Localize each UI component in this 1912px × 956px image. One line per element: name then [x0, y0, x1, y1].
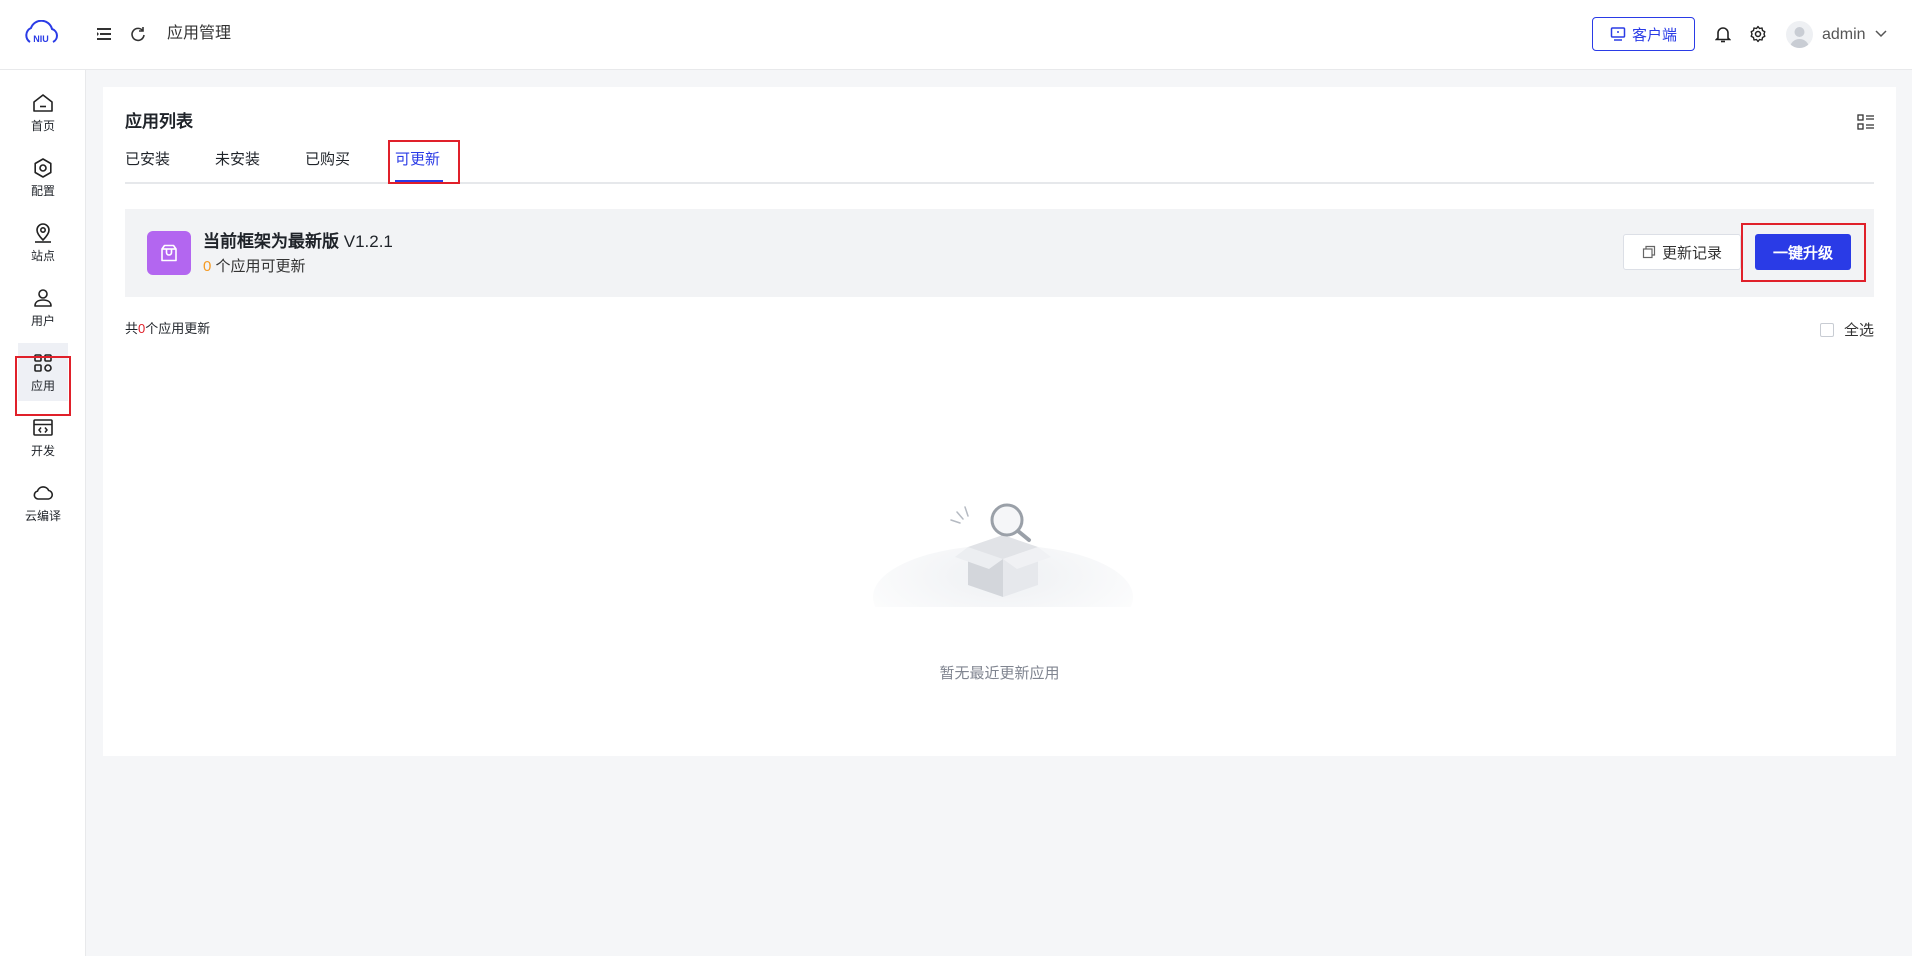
framework-version-banner: 当前框架为最新版 V1.2.1 0 个应用可更新 更新记录 一键升级 — [125, 209, 1874, 297]
sidebar-item-home[interactable]: 首页 — [18, 83, 68, 141]
refresh-icon[interactable] — [128, 24, 148, 44]
version-text: V1.2.1 — [343, 232, 393, 251]
breadcrumb: 应用管理 — [167, 25, 232, 42]
gear-icon[interactable] — [1748, 24, 1768, 44]
app-list-panel: 应用列表 已安装 未安装 已购买 可更新 当前框架为最新版 V1.2.1 0 个… — [103, 87, 1896, 756]
active-tab-indicator — [395, 180, 443, 182]
app-package-icon — [147, 231, 191, 275]
sidebar: 首页 配置 站点 用户 应用 开发 云编译 — [0, 70, 86, 956]
list-view-icon[interactable] — [1857, 113, 1875, 131]
tab-not-installed[interactable]: 未安装 — [215, 150, 260, 170]
update-log-label: 更新记录 — [1661, 244, 1722, 262]
user-name[interactable]: admin — [1822, 25, 1866, 45]
sidebar-item-user[interactable]: 用户 — [18, 278, 68, 336]
sidebar-item-label: 开发 — [30, 444, 55, 458]
sidebar-item-develop[interactable]: 开发 — [18, 408, 68, 466]
sidebar-item-label: 站点 — [30, 249, 55, 263]
sidebar-item-label: 应用 — [30, 379, 55, 393]
niu-logo[interactable]: NIU — [22, 20, 60, 48]
client-button-label: 客户端 — [1631, 26, 1677, 44]
location-icon — [35, 223, 51, 243]
avatar[interactable] — [1786, 21, 1813, 48]
cloud-icon — [33, 486, 54, 500]
sidebar-item-label: 云编译 — [24, 509, 61, 523]
monitor-icon — [1610, 27, 1626, 41]
update-log-button[interactable]: 更新记录 — [1623, 234, 1741, 270]
client-button[interactable]: 客户端 — [1592, 17, 1695, 51]
user-icon — [34, 289, 52, 307]
chevron-down-icon[interactable] — [1873, 26, 1889, 42]
copy-doc-icon — [1642, 245, 1656, 259]
framework-version-title: 当前框架为最新版 V1.2.1 — [203, 232, 393, 251]
tab-updatable[interactable]: 可更新 — [395, 150, 440, 170]
update-count-line: 共0个应用更新 — [125, 321, 211, 336]
tab-bar: 已安装 未安装 已购买 可更新 — [125, 150, 1874, 184]
sidebar-item-label: 用户 — [30, 314, 55, 328]
home-icon — [33, 94, 53, 112]
sidebar-item-label: 首页 — [30, 119, 55, 133]
page-title: 应用列表 — [125, 112, 193, 131]
select-all-label: 全选 — [1844, 322, 1875, 339]
empty-state-text: 暂无最近更新应用 — [939, 665, 1060, 682]
tab-installed[interactable]: 已安装 — [125, 150, 170, 170]
top-header: NIU 应用管理 客户端 admin — [0, 0, 1912, 70]
one-click-upgrade-button[interactable]: 一键升级 — [1755, 234, 1851, 270]
sidebar-item-label: 配置 — [30, 184, 55, 198]
sidebar-item-cloud-build[interactable]: 云编译 — [18, 473, 68, 531]
empty-state-illustration — [873, 503, 1133, 607]
settings-icon — [34, 158, 52, 178]
code-window-icon — [33, 419, 53, 436]
tab-purchased[interactable]: 已购买 — [305, 150, 350, 170]
checkbox-box[interactable] — [1820, 322, 1834, 337]
apps-icon — [34, 354, 52, 372]
sidebar-item-config[interactable]: 配置 — [18, 148, 68, 206]
svg-text:NIU: NIU — [33, 34, 49, 44]
select-all-checkbox[interactable]: 全选 — [1820, 319, 1874, 340]
updatable-count-text: 0 个应用可更新 — [203, 258, 306, 275]
sidebar-item-site[interactable]: 站点 — [18, 213, 68, 271]
menu-fold-icon[interactable] — [94, 24, 114, 44]
bell-icon[interactable] — [1713, 24, 1733, 44]
sidebar-item-apps[interactable]: 应用 — [18, 343, 68, 401]
